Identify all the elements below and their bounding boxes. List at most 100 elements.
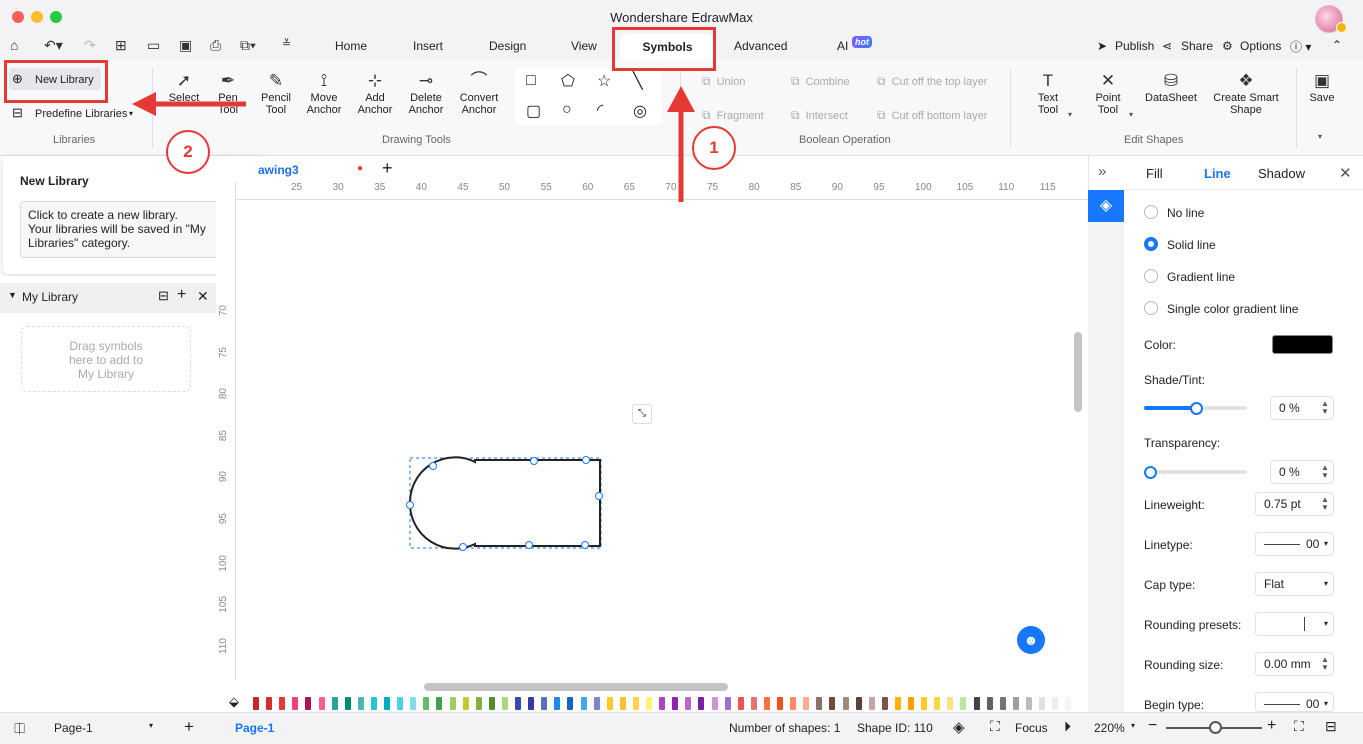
color-swatch[interactable] bbox=[515, 697, 521, 710]
color-swatch[interactable] bbox=[331, 697, 338, 710]
color-swatch[interactable] bbox=[567, 697, 574, 710]
fit-page-icon[interactable]: ⛶ bbox=[1294, 718, 1304, 735]
stepper-icon[interactable]: ▲ ▼ bbox=[1321, 656, 1329, 672]
color-swatch[interactable] bbox=[554, 697, 561, 710]
color-swatch[interactable] bbox=[842, 697, 849, 710]
chevron-down-icon[interactable]: ▾ bbox=[1068, 110, 1072, 119]
color-swatch[interactable] bbox=[790, 697, 797, 710]
shape-option-icon[interactable]: ⤡ bbox=[632, 404, 652, 424]
color-swatch[interactable] bbox=[528, 697, 535, 710]
play-icon[interactable]: ⏵ bbox=[1064, 718, 1071, 735]
point-tool-button[interactable]: ✕ Point Tool bbox=[1088, 70, 1128, 116]
tab-home[interactable]: Home bbox=[335, 39, 367, 53]
full-screen-icon[interactable]: ⊟ bbox=[1325, 718, 1337, 735]
tab-insert[interactable]: Insert bbox=[413, 39, 443, 53]
chevron-down-icon[interactable]: ▾ bbox=[1131, 721, 1135, 730]
color-swatch[interactable] bbox=[397, 697, 404, 710]
document-tab[interactable]: awing3 bbox=[258, 163, 299, 177]
add-anchor-button[interactable]: ⊹ Add Anchor bbox=[354, 70, 396, 116]
color-swatch[interactable] bbox=[960, 697, 967, 710]
tab-advanced[interactable]: Advanced bbox=[734, 39, 787, 53]
color-swatch[interactable] bbox=[279, 697, 286, 710]
color-swatch[interactable] bbox=[449, 697, 456, 710]
move-anchor-button[interactable]: ⟟ Move Anchor bbox=[303, 70, 345, 116]
add-page-icon[interactable]: + bbox=[184, 717, 194, 737]
predefine-libraries-button[interactable]: Predefine Libraries bbox=[35, 108, 127, 120]
radio-single-color-gradient[interactable] bbox=[1144, 301, 1158, 315]
import-icon[interactable]: ⊟ bbox=[158, 288, 169, 304]
color-swatch[interactable] bbox=[632, 697, 639, 710]
color-swatch[interactable] bbox=[672, 697, 679, 710]
color-swatch[interactable] bbox=[423, 697, 430, 710]
color-swatch[interactable] bbox=[357, 697, 364, 710]
color-swatch[interactable] bbox=[763, 697, 770, 710]
layers-icon[interactable]: ◈ bbox=[953, 718, 965, 736]
color-swatch[interactable] bbox=[724, 697, 731, 710]
add-icon[interactable]: + bbox=[177, 286, 186, 304]
anchor-handle[interactable] bbox=[429, 462, 437, 470]
chevron-down-icon[interactable]: ▾ bbox=[149, 721, 153, 730]
page-panel-icon[interactable]: ⎅ bbox=[14, 720, 25, 737]
line-shape-icon[interactable]: ╲ bbox=[633, 71, 643, 91]
shade-slider-knob[interactable] bbox=[1189, 402, 1203, 415]
cap-type-select[interactable]: Flat ▾ bbox=[1255, 572, 1334, 596]
color-swatch[interactable] bbox=[829, 697, 836, 710]
tab-line[interactable]: Line bbox=[1204, 166, 1231, 181]
vertical-scrollbar[interactable] bbox=[1074, 332, 1082, 412]
stepper-icon[interactable]: ▲ ▼ bbox=[1321, 400, 1329, 416]
expand-panel-icon[interactable]: » bbox=[1098, 163, 1106, 180]
horizontal-scrollbar[interactable] bbox=[424, 683, 728, 691]
color-swatch[interactable] bbox=[541, 697, 548, 710]
fill-bucket-icon[interactable]: ⬙ bbox=[229, 694, 239, 710]
drawing-canvas[interactable] bbox=[236, 200, 1088, 680]
color-swatch[interactable] bbox=[1039, 697, 1045, 710]
library-drop-zone[interactable]: Drag symbols here to add to My Library bbox=[21, 326, 191, 392]
export-icon[interactable]: ⧉▾ bbox=[240, 37, 256, 54]
color-swatch[interactable] bbox=[894, 697, 901, 710]
stepper-icon[interactable]: ▲ ▼ bbox=[1321, 496, 1329, 512]
color-swatch[interactable] bbox=[973, 697, 980, 710]
create-smart-shape-button[interactable]: ❖ Create Smart Shape bbox=[1208, 70, 1284, 116]
redo-icon[interactable]: ↷ bbox=[84, 37, 96, 54]
tab-ai[interactable]: AI bbox=[837, 39, 848, 53]
customize-toolbar-icon[interactable]: ≚ bbox=[282, 37, 291, 50]
anchor-handle[interactable] bbox=[525, 541, 533, 549]
home-icon[interactable]: ⌂ bbox=[10, 37, 18, 53]
color-swatch[interactable] bbox=[777, 697, 783, 710]
options-button[interactable]: Options bbox=[1240, 39, 1281, 53]
chevron-down-icon[interactable]: ▾ bbox=[1318, 132, 1322, 141]
color-swatch[interactable] bbox=[659, 697, 666, 710]
color-swatch[interactable] bbox=[384, 697, 390, 710]
union-button[interactable]: ⧉ Union bbox=[702, 74, 745, 89]
color-swatch[interactable] bbox=[750, 697, 757, 710]
anchor-handle[interactable] bbox=[530, 457, 538, 465]
text-tool-button[interactable]: T Text Tool bbox=[1028, 70, 1068, 116]
rounded-rectangle-shape-icon[interactable]: ▢ bbox=[526, 101, 541, 121]
radio-gradient-line[interactable] bbox=[1144, 269, 1158, 283]
publish-button[interactable]: Publish bbox=[1115, 39, 1154, 53]
save-file-icon[interactable]: ▣ bbox=[179, 37, 192, 54]
color-swatch[interactable] bbox=[986, 697, 993, 710]
focus-button[interactable]: Focus bbox=[1015, 721, 1048, 735]
color-swatch[interactable] bbox=[501, 697, 508, 710]
color-swatch[interactable] bbox=[370, 697, 377, 710]
begin-type-select[interactable]: 00 ▾ bbox=[1255, 692, 1334, 712]
color-swatch[interactable] bbox=[580, 697, 587, 710]
radio-no-line[interactable] bbox=[1144, 205, 1158, 219]
color-swatch[interactable] bbox=[619, 697, 626, 710]
color-swatch[interactable] bbox=[266, 697, 273, 710]
close-icon[interactable]: ✕ bbox=[197, 288, 209, 305]
color-swatch[interactable] bbox=[921, 697, 928, 710]
circle-shape-icon[interactable]: ○ bbox=[562, 101, 572, 119]
color-swatch[interactable] bbox=[855, 697, 862, 710]
open-folder-icon[interactable]: ▭ bbox=[147, 37, 160, 54]
tab-design[interactable]: Design bbox=[489, 39, 526, 53]
arc-shape-icon[interactable]: ◜ bbox=[597, 100, 603, 120]
print-icon[interactable]: ⎙ bbox=[210, 37, 221, 54]
rectangle-shape-icon[interactable]: □ bbox=[526, 72, 536, 90]
tab-view[interactable]: View bbox=[571, 39, 597, 53]
color-swatch[interactable] bbox=[344, 697, 351, 710]
chevron-down-icon[interactable]: ▾ bbox=[1129, 110, 1133, 119]
spiral-shape-icon[interactable]: ◎ bbox=[633, 101, 647, 121]
color-swatch[interactable] bbox=[462, 697, 469, 710]
